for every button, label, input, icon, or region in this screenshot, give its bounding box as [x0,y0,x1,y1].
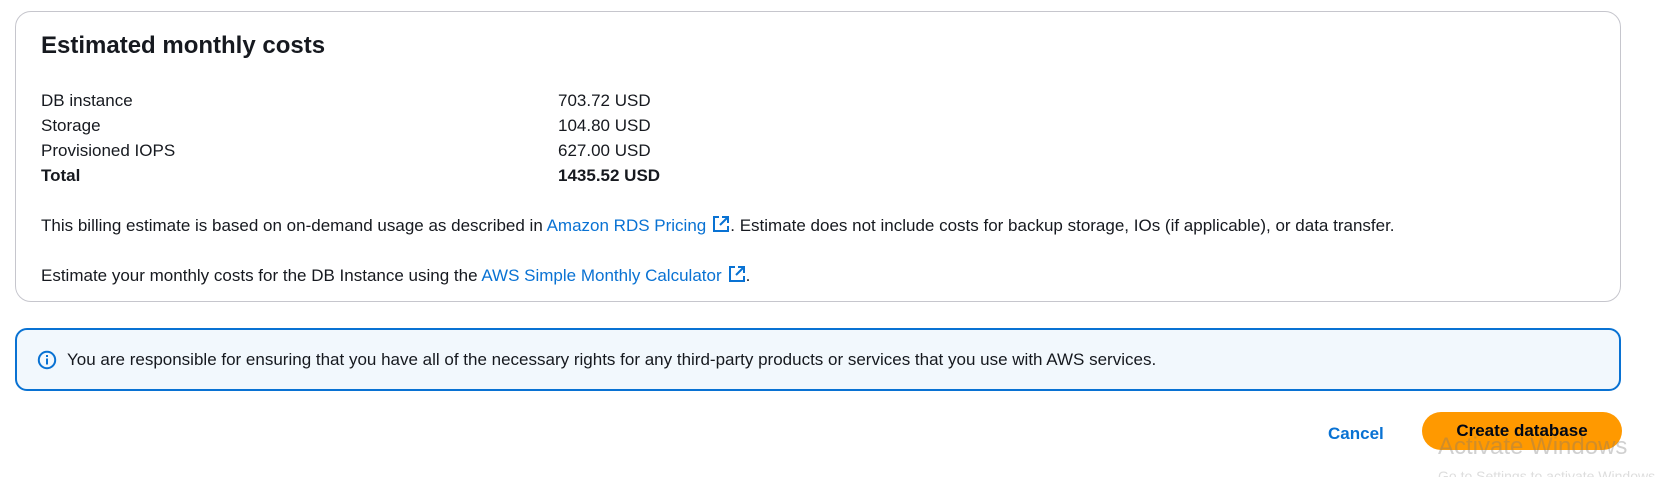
billing-note-prefix: This billing estimate is based on on-dem… [41,216,547,235]
create-database-button[interactable]: Create database [1422,412,1622,450]
cost-row-total: Total 1435.52 USD [41,164,741,188]
cost-value: 104.80 USD [558,116,651,135]
calculator-note-suffix: . [745,266,751,285]
cost-value: 703.72 USD [558,91,651,110]
calculator-note-prefix: Estimate your monthly costs for the DB I… [41,266,482,285]
estimated-costs-panel: Estimated monthly costs DB instance 703.… [15,11,1621,302]
external-link-icon[interactable] [712,215,730,233]
total-label: Total [41,166,81,185]
calculator-note: Estimate your monthly costs for the DB I… [41,264,750,288]
cost-label: DB instance [41,91,133,110]
external-link-icon[interactable] [728,265,746,283]
page: Estimated monthly costs DB instance 703.… [0,0,1663,477]
rds-pricing-link[interactable]: Amazon RDS Pricing [547,216,731,235]
cost-row-db-instance: DB instance 703.72 USD [41,89,741,113]
activate-windows-subtitle: Go to Settings to activate Windows. [1438,468,1659,477]
cost-label: Provisioned IOPS [41,141,176,160]
total-value: 1435.52 USD [558,166,661,185]
cost-label: Storage [41,116,101,135]
rds-pricing-link-text[interactable]: Amazon RDS Pricing [547,216,707,235]
aws-calculator-link[interactable]: AWS Simple Monthly Calculator [481,266,745,285]
cost-value: 627.00 USD [558,141,651,160]
billing-note: This billing estimate is based on on-dem… [41,214,1395,238]
info-alert-text: You are responsible for ensuring that yo… [67,350,1157,369]
cost-row-storage: Storage 104.80 USD [41,114,741,138]
aws-calculator-link-text[interactable]: AWS Simple Monthly Calculator [481,266,721,285]
cost-row-provisioned-iops: Provisioned IOPS 627.00 USD [41,139,741,163]
cancel-button[interactable]: Cancel [1318,420,1394,448]
info-icon [37,350,57,370]
info-alert: You are responsible for ensuring that yo… [15,328,1621,391]
panel-title: Estimated monthly costs [41,32,326,59]
billing-note-suffix: . Estimate does not include costs for ba… [730,216,1395,235]
